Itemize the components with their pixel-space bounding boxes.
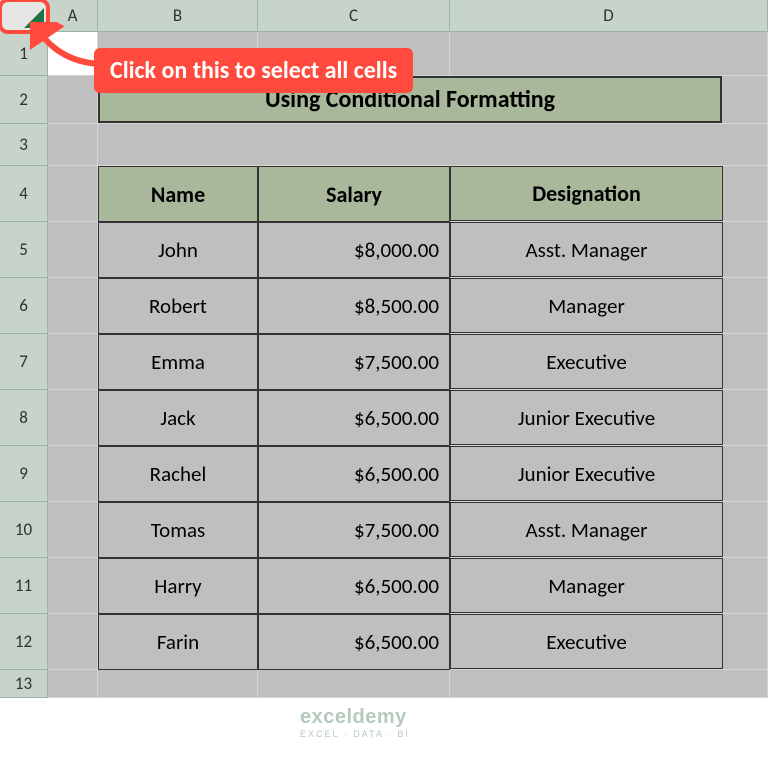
row-header-10[interactable]: 10 bbox=[0, 502, 48, 558]
col-header-D[interactable]: D bbox=[450, 0, 768, 32]
cell-A5[interactable] bbox=[48, 222, 98, 278]
cell-D11-wrap[interactable]: Manager bbox=[450, 558, 768, 614]
cell-A8[interactable] bbox=[48, 390, 98, 446]
table-row[interactable]: John bbox=[98, 222, 258, 278]
cell-D12-wrap[interactable]: Executive bbox=[450, 614, 768, 670]
table-row[interactable]: Robert bbox=[98, 278, 258, 334]
table-row[interactable]: Farin bbox=[98, 614, 258, 670]
table-row: Junior Executive bbox=[450, 390, 723, 445]
table-header-designation: Designation bbox=[450, 166, 723, 221]
cell-D10-wrap[interactable]: Asst. Manager bbox=[450, 502, 768, 558]
watermark-logo: exceldemy EXCEL · DATA · BI bbox=[300, 706, 410, 739]
table-row: Executive bbox=[450, 614, 723, 669]
table-row[interactable]: Tomas bbox=[98, 502, 258, 558]
cell-A12[interactable] bbox=[48, 614, 98, 670]
table-row[interactable]: $8,500.00 bbox=[258, 278, 450, 334]
table-row[interactable]: Emma bbox=[98, 334, 258, 390]
table-row: Junior Executive bbox=[450, 446, 723, 501]
cell-D4-wrap[interactable]: Designation bbox=[450, 166, 768, 222]
cell-A11[interactable] bbox=[48, 558, 98, 614]
cell-A9[interactable] bbox=[48, 446, 98, 502]
table-header-salary[interactable]: Salary bbox=[258, 166, 450, 222]
watermark-tagline: EXCEL · DATA · BI bbox=[300, 729, 410, 739]
cell-A2[interactable] bbox=[48, 76, 98, 124]
row-header-6[interactable]: 6 bbox=[0, 278, 48, 334]
callout-tooltip: Click on this to select all cells bbox=[94, 48, 413, 93]
row-header-9[interactable]: 9 bbox=[0, 446, 48, 502]
table-row[interactable]: $6,500.00 bbox=[258, 390, 450, 446]
col-header-C[interactable]: C bbox=[258, 0, 450, 32]
table-row[interactable]: $6,500.00 bbox=[258, 558, 450, 614]
watermark-brand: exceldemy bbox=[300, 706, 410, 729]
cell-D8-wrap[interactable]: Junior Executive bbox=[450, 390, 768, 446]
cell-D6-wrap[interactable]: Manager bbox=[450, 278, 768, 334]
row-header-12[interactable]: 12 bbox=[0, 614, 48, 670]
row-header-2[interactable]: 2 bbox=[0, 76, 48, 124]
table-row: Asst. Manager bbox=[450, 502, 723, 557]
table-row[interactable]: $6,500.00 bbox=[258, 614, 450, 670]
table-row[interactable]: $7,500.00 bbox=[258, 334, 450, 390]
cell-A4[interactable] bbox=[48, 166, 98, 222]
cell-A7[interactable] bbox=[48, 334, 98, 390]
select-all-corner[interactable] bbox=[0, 0, 48, 32]
row-header-4[interactable]: 4 bbox=[0, 166, 48, 222]
cell-A3[interactable] bbox=[48, 124, 98, 166]
row-header-5[interactable]: 5 bbox=[0, 222, 48, 278]
table-row[interactable]: Rachel bbox=[98, 446, 258, 502]
table-header-name[interactable]: Name bbox=[98, 166, 258, 222]
table-row: Manager bbox=[450, 558, 723, 613]
table-row: Manager bbox=[450, 278, 723, 333]
row-header-7[interactable]: 7 bbox=[0, 334, 48, 390]
cell-C13[interactable] bbox=[258, 670, 450, 698]
cell-D7-wrap[interactable]: Executive bbox=[450, 334, 768, 390]
cell-D9-wrap[interactable]: Junior Executive bbox=[450, 446, 768, 502]
cell-A6[interactable] bbox=[48, 278, 98, 334]
row-header-13[interactable]: 13 bbox=[0, 670, 48, 698]
row-header-1[interactable]: 1 bbox=[0, 32, 48, 76]
row-header-8[interactable]: 8 bbox=[0, 390, 48, 446]
table-row[interactable]: Harry bbox=[98, 558, 258, 614]
cell-A13[interactable] bbox=[48, 670, 98, 698]
table-row: Asst. Manager bbox=[450, 222, 723, 277]
cell-D13[interactable] bbox=[450, 670, 768, 698]
table-row[interactable]: $7,500.00 bbox=[258, 502, 450, 558]
col-header-A[interactable]: A bbox=[48, 0, 98, 32]
cell-D5-wrap[interactable]: Asst. Manager bbox=[450, 222, 768, 278]
table-row[interactable]: Jack bbox=[98, 390, 258, 446]
cell-B13[interactable] bbox=[98, 670, 258, 698]
cell-A1[interactable] bbox=[48, 32, 98, 76]
table-row: Executive bbox=[450, 334, 723, 389]
table-row[interactable]: $8,000.00 bbox=[258, 222, 450, 278]
cell-row3-merged[interactable] bbox=[98, 124, 768, 166]
row-header-3[interactable]: 3 bbox=[0, 124, 48, 166]
row-header-11[interactable]: 11 bbox=[0, 558, 48, 614]
table-row[interactable]: $6,500.00 bbox=[258, 446, 450, 502]
cell-D1[interactable] bbox=[450, 32, 768, 76]
col-header-B[interactable]: B bbox=[98, 0, 258, 32]
cell-A10[interactable] bbox=[48, 502, 98, 558]
